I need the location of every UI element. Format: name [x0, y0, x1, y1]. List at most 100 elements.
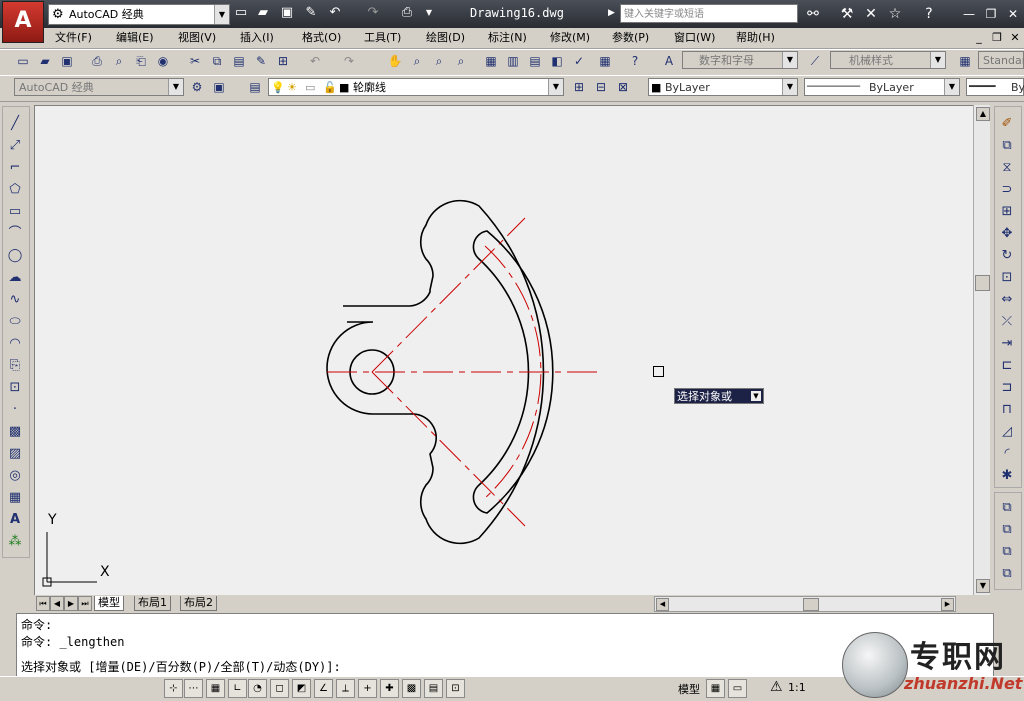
rectangle-icon[interactable]: ▭ — [5, 202, 25, 222]
annotation-scale-icon[interactable]: ⚠ — [770, 679, 783, 695]
transparency-icon[interactable]: ▩ — [402, 679, 421, 698]
model-space-label[interactable]: 模型 — [678, 681, 700, 697]
plot-icon[interactable]: ⎙ — [88, 52, 106, 70]
menu-help[interactable]: 帮助(H) — [736, 30, 775, 46]
construction-line-icon[interactable]: ⤢ — [5, 136, 25, 156]
join-icon[interactable]: ⊓ — [997, 400, 1017, 420]
menu-modify[interactable]: 修改(M) — [550, 30, 590, 46]
arc-icon[interactable]: ⌒ — [5, 224, 25, 244]
maximize-icon[interactable]: ❐ — [982, 5, 1000, 23]
prev-tab-icon[interactable]: ◀ — [50, 596, 64, 611]
mirror-icon[interactable]: ⧖ — [997, 158, 1017, 178]
zoom-previous-icon[interactable]: ⌕ — [452, 52, 470, 70]
lineweight-select[interactable]: ━━━━ By — [966, 78, 1024, 96]
workspace-select[interactable]: AutoCAD 经典 ▼ — [14, 78, 184, 96]
redo-icon[interactable]: ↷ — [364, 4, 382, 22]
trim-icon[interactable]: ⤫ — [997, 312, 1017, 332]
undo-icon[interactable]: ↶ — [326, 4, 344, 22]
help-icon[interactable]: ? — [626, 52, 644, 70]
polygon-icon[interactable]: ⬠ — [5, 180, 25, 200]
send-to-back-icon[interactable]: ⧉ — [997, 520, 1017, 540]
chevron-down-icon[interactable]: ▼ — [420, 4, 438, 22]
stretch-icon[interactable]: ⇔ — [997, 290, 1017, 310]
quick-view-icon[interactable]: ▭ — [728, 679, 747, 698]
copy-object-icon[interactable]: ⧉ — [997, 136, 1017, 156]
block-editor-icon[interactable]: ⊞ — [274, 52, 292, 70]
quick-properties-icon[interactable]: ▤ — [424, 679, 443, 698]
star-icon[interactable]: ☆ — [886, 5, 904, 23]
copy-icon[interactable]: ⧉ — [208, 52, 226, 70]
gradient-icon[interactable]: ▨ — [5, 444, 25, 464]
dim-style-select[interactable]: 机械样式 ▼ — [830, 51, 946, 69]
make-block-icon[interactable]: ⊡ — [5, 378, 25, 398]
design-center-icon[interactable]: ▥ — [504, 52, 522, 70]
last-tab-icon[interactable]: ⏭ — [78, 596, 92, 611]
add-selected-icon[interactable]: ⁂ — [5, 532, 25, 552]
make-current-layer-icon[interactable]: ⊞ — [570, 78, 588, 96]
qnew-icon[interactable]: ▭ — [14, 52, 32, 70]
application-menu-button[interactable]: A — [2, 1, 44, 43]
send-under-icon[interactable]: ⧉ — [997, 564, 1017, 584]
open-icon[interactable]: ▰ — [254, 4, 272, 22]
vertical-scroll-thumb[interactable] — [975, 275, 990, 291]
zoom-realtime-icon[interactable]: ⌕ — [408, 52, 426, 70]
multiline-text-icon[interactable]: A — [5, 510, 25, 530]
region-icon[interactable]: ◎ — [5, 466, 25, 486]
command-prompt[interactable]: 选择对象或 [增量(DE)/百分数(P)/全部(T)/动态(DY)]: — [21, 658, 341, 675]
menu-parametric[interactable]: 参数(P) — [612, 30, 649, 46]
horizontal-scroll-thumb[interactable] — [803, 598, 819, 611]
ellipse-arc-icon[interactable]: ◠ — [5, 334, 25, 354]
dim-style-icon[interactable]: ⟋ — [806, 52, 824, 70]
snap-mode-icon[interactable]: ⋯ — [184, 679, 203, 698]
plot-icon[interactable]: ⎙ — [398, 4, 416, 22]
workspace-toolbar-icon[interactable]: ▣ — [210, 78, 228, 96]
text-style-icon[interactable]: A — [660, 52, 678, 70]
vertical-scrollbar[interactable]: ▲ ▼ — [973, 105, 990, 595]
save-as-icon[interactable]: ✎ — [302, 4, 320, 22]
tab-layout1[interactable]: 布局1 — [134, 596, 171, 611]
workspace-settings-icon[interactable]: ⚙ — [188, 78, 206, 96]
hatch-icon[interactable]: ▩ — [5, 422, 25, 442]
calculator-icon[interactable]: ▦ — [596, 52, 614, 70]
minimize-icon[interactable]: — — [960, 5, 978, 23]
rotate-icon[interactable]: ↻ — [997, 246, 1017, 266]
menu-tools[interactable]: 工具(T) — [364, 30, 401, 46]
menu-window[interactable]: 窗口(W) — [674, 30, 715, 46]
close-icon[interactable]: ✕ — [1004, 5, 1022, 23]
help-icon[interactable]: ? — [920, 5, 938, 23]
horizontal-scrollbar[interactable]: ◀ ▶ — [654, 596, 956, 612]
paste-icon[interactable]: ▤ — [230, 52, 248, 70]
tab-model[interactable]: 模型 — [94, 596, 124, 611]
redo-icon[interactable]: ↷ — [340, 52, 358, 70]
extend-icon[interactable]: ⇥ — [997, 334, 1017, 354]
menu-insert[interactable]: 插入(I) — [240, 30, 274, 46]
polar-tracking-icon[interactable]: ◔ — [248, 679, 267, 698]
infer-constraints-icon[interactable]: ⊹ — [164, 679, 183, 698]
doc-minimize-icon[interactable]: _ — [972, 31, 986, 45]
scroll-left-icon[interactable]: ◀ — [656, 598, 669, 611]
3d-dwf-icon[interactable]: ◉ — [154, 52, 172, 70]
undo-icon[interactable]: ↶ — [306, 52, 324, 70]
tab-layout2[interactable]: 布局2 — [180, 596, 217, 611]
3d-osnap-icon[interactable]: ◩ — [292, 679, 311, 698]
dynamic-ucs-icon[interactable]: ⟂ — [336, 679, 355, 698]
menu-dimension[interactable]: 标注(N) — [488, 30, 527, 46]
break-at-point-icon[interactable]: ⊏ — [997, 356, 1017, 376]
layer-previous-icon[interactable]: ⊟ — [592, 78, 610, 96]
first-tab-icon[interactable]: ⏮ — [36, 596, 50, 611]
table-style-select[interactable]: Standar — [978, 51, 1024, 69]
menu-format[interactable]: 格式(O) — [302, 30, 341, 46]
tool-palettes-icon[interactable]: ▤ — [526, 52, 544, 70]
drawing-canvas[interactable] — [34, 105, 976, 597]
search-input[interactable]: 键入关键字或短语 — [620, 4, 798, 23]
object-snap-icon[interactable]: ◻ — [270, 679, 289, 698]
selection-cycling-icon[interactable]: ⊡ — [446, 679, 465, 698]
wrench-icon[interactable]: ⚒ — [838, 5, 856, 23]
erase-icon[interactable]: ✐ — [997, 114, 1017, 134]
layer-properties-icon[interactable]: ▤ — [246, 78, 264, 96]
text-style-select[interactable]: 数字和字母 ▼ — [682, 51, 798, 69]
object-snap-tracking-icon[interactable]: ∠ — [314, 679, 333, 698]
lineweight-toggle-icon[interactable]: ✚ — [380, 679, 399, 698]
scroll-down-icon[interactable]: ▼ — [976, 579, 990, 593]
cut-icon[interactable]: ✂ — [186, 52, 204, 70]
